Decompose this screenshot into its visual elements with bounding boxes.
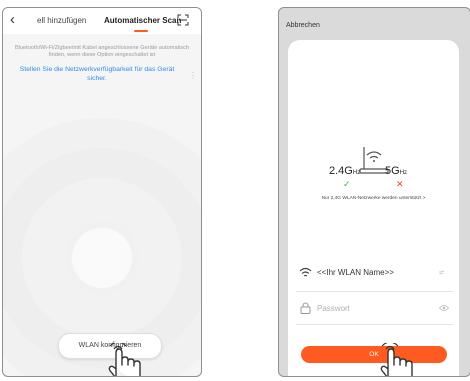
active-tab-indicator (134, 30, 148, 32)
check-icon: ✓ (343, 179, 351, 189)
network-availability-link[interactable]: Stellen Sie die Netzwerkverfügbarkeit fü… (13, 66, 181, 83)
right-phone-screen: Abbrechen 2.4GHz 5GHz ✓ ✕ Nur 2,4G WLAN-… (278, 7, 470, 377)
radar-waves (3, 118, 201, 376)
wifi-icon (299, 267, 312, 277)
hand-pointer-icon (378, 343, 426, 376)
scan-icon[interactable] (177, 13, 189, 26)
lock-icon (300, 302, 311, 314)
scan-description: Bluetooth/Wi-Fi/Zigbee/mit Kabel angesch… (14, 45, 190, 58)
back-icon[interactable]: ‹ (10, 11, 15, 28)
left-phone-screen: ‹ ell hinzufügen Automatischer Scan Blue… (2, 7, 202, 377)
password-field[interactable]: Passwort (317, 304, 350, 313)
divider (296, 324, 453, 325)
divider (296, 291, 453, 292)
eye-icon[interactable] (439, 304, 449, 312)
more-icon: ⋮ (189, 71, 197, 80)
swap-icon[interactable]: ⇄ (439, 269, 444, 276)
wifi-setup-card: 2.4GHz 5GHz ✓ ✕ Nur 2,4G WLAN-Netzwerke … (288, 40, 459, 376)
cross-icon: ✕ (396, 179, 404, 189)
hand-pointer-icon (106, 343, 154, 376)
wifi-name-field[interactable]: <<Ihr WLAN Name>> (317, 268, 394, 277)
cancel-button[interactable]: Abbrechen (286, 22, 320, 29)
band-5ghz: 5GHz (385, 165, 408, 177)
top-navigation-bar: ‹ ell hinzufügen Automatischer Scan (3, 8, 201, 34)
tab-auto-scan[interactable]: Automatischer Scan (104, 16, 181, 25)
band-2-4ghz: 2.4GHz (329, 165, 361, 177)
tab-manual-add[interactable]: ell hinzufügen (37, 16, 86, 25)
band-support-note[interactable]: Nur 2,4G WLAN-Netzwerke werden unterstüt… (288, 196, 459, 201)
